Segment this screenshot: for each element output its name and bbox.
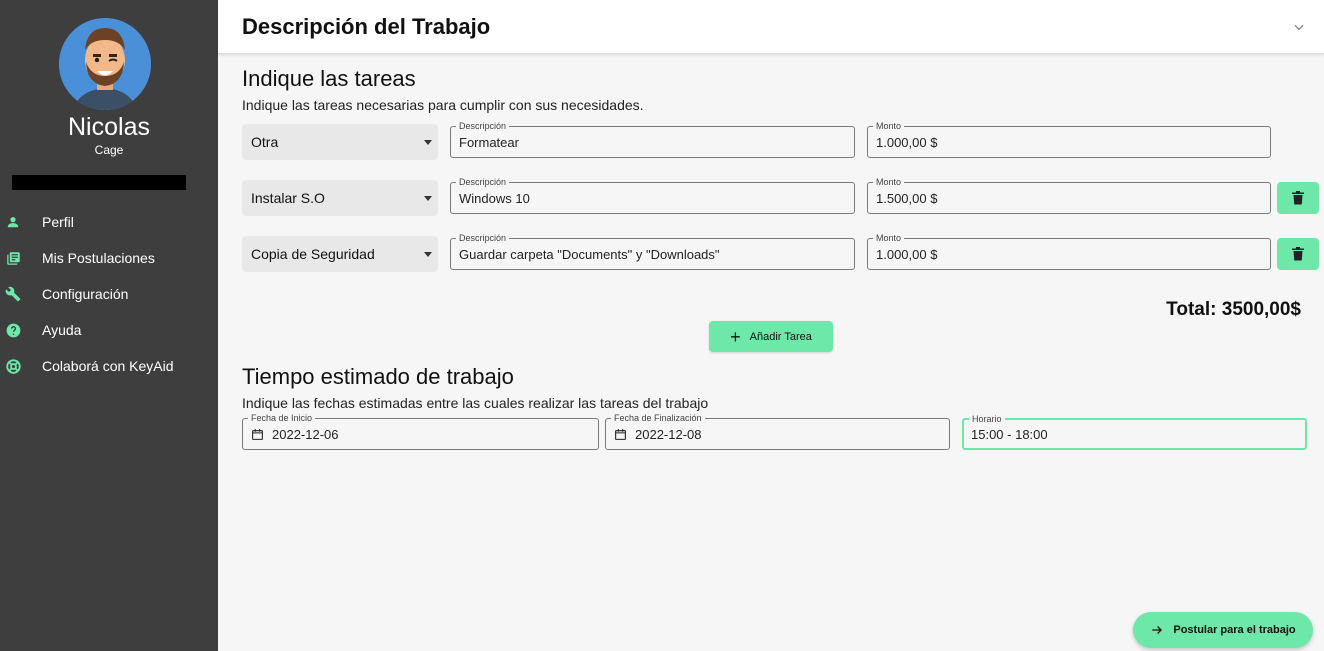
start-date-value: 2022-12-06 — [272, 427, 339, 442]
task-amount-field[interactable]: Monto 1.000,00 $ — [867, 233, 1271, 270]
calendar-icon[interactable] — [251, 428, 264, 441]
task-description-field[interactable]: Descripción Formatear — [450, 121, 855, 158]
sidebar-nav: Perfil Mis Postulaciones Configuración A… — [0, 204, 218, 384]
task-type-select[interactable]: Otra — [242, 124, 438, 160]
end-date-value: 2022-12-08 — [635, 427, 702, 442]
user-first-name: Nicolas — [68, 113, 150, 141]
task-amount-value: 1.000,00 $ — [876, 247, 938, 262]
sidebar-item-label: Ayuda — [42, 322, 82, 338]
field-label: Fecha de Finalización — [611, 413, 705, 423]
person-icon — [5, 214, 21, 230]
end-date-field[interactable]: Fecha de Finalización 2022-12-08 — [605, 413, 950, 450]
apply-job-label: Postular para el trabajo — [1173, 624, 1296, 636]
task-type-select[interactable]: Instalar S.O — [242, 180, 438, 216]
sidebar-item-colabora[interactable]: Colaborá con KeyAid — [0, 348, 218, 384]
task-description-field[interactable]: Descripción Windows 10 — [450, 177, 855, 214]
schedule-value: 15:00 - 18:00 — [971, 427, 1048, 442]
calendar-icon[interactable] — [614, 428, 627, 441]
plus-icon: + — [730, 326, 741, 347]
sidebar-item-label: Colaborá con KeyAid — [42, 358, 174, 374]
add-task-button[interactable]: + Añadir Tarea — [709, 321, 833, 352]
task-type-select[interactable]: Copia de Seguridad — [242, 236, 438, 272]
trash-icon — [1292, 191, 1304, 205]
task-amount-value: 1.000,00 $ — [876, 135, 938, 150]
task-type-value: Copia de Seguridad — [251, 246, 375, 262]
library-books-icon — [5, 250, 21, 266]
add-task-label: Añadir Tarea — [749, 330, 812, 343]
tasks-section-title: Indique las tareas — [242, 66, 416, 91]
chevron-down-icon[interactable] — [1292, 20, 1306, 34]
page-title: Descripción del Trabajo — [242, 14, 491, 39]
dropdown-arrow-icon — [424, 196, 432, 201]
apply-job-button[interactable]: Postular para el trabajo — [1133, 612, 1313, 648]
help-icon — [5, 322, 21, 338]
delete-task-button[interactable] — [1277, 238, 1319, 270]
field-label: Descripción — [456, 177, 510, 187]
field-label: Horario — [969, 414, 1005, 424]
avatar-illustration — [59, 18, 151, 110]
start-date-field[interactable]: Fecha de Inicio 2022-12-06 — [242, 413, 599, 450]
wrench-icon — [5, 286, 21, 302]
arrow-right-icon — [1152, 626, 1163, 634]
tasks-section-subtitle: Indique las tareas necesarias para cumpl… — [242, 97, 644, 113]
time-section-title: Tiempo estimado de trabajo — [242, 364, 514, 389]
field-label: Descripción — [456, 121, 510, 131]
sidebar-item-label: Mis Postulaciones — [42, 250, 155, 266]
lifebuoy-icon — [5, 358, 21, 374]
sidebar-item-label: Perfil — [42, 214, 74, 230]
sidebar-item-label: Configuración — [42, 286, 129, 302]
page-header[interactable]: Descripción del Trabajo — [218, 0, 1324, 54]
trash-icon — [1292, 247, 1304, 261]
delete-task-button[interactable] — [1277, 182, 1319, 214]
total-amount: Total: 3500,00$ — [1166, 299, 1301, 320]
sidebar: Nicolas Cage Perfil Mis Postulaciones Co… — [0, 0, 218, 651]
redacted-bar — [12, 175, 186, 190]
field-label: Monto — [873, 177, 905, 187]
task-amount-field[interactable]: Monto 1.000,00 $ — [867, 121, 1271, 158]
dropdown-arrow-icon — [424, 140, 432, 145]
task-amount-value: 1.500,00 $ — [876, 191, 938, 206]
user-last-name: Cage — [94, 143, 124, 157]
time-section-subtitle: Indique las fechas estimadas entre las c… — [242, 395, 709, 411]
task-amount-field[interactable]: Monto 1.500,00 $ — [867, 177, 1271, 214]
task-type-value: Instalar S.O — [251, 190, 325, 206]
avatar — [59, 18, 151, 110]
field-label: Fecha de Inicio — [248, 413, 316, 423]
task-description-value: Windows 10 — [459, 191, 530, 206]
task-description-value: Guardar carpeta "Documents" y "Downloads… — [459, 247, 720, 262]
sidebar-item-configuracion[interactable]: Configuración — [0, 276, 218, 312]
schedule-field[interactable]: Horario 15:00 - 18:00 — [962, 414, 1307, 450]
field-label: Monto — [873, 233, 905, 243]
dropdown-arrow-icon — [424, 252, 432, 257]
sidebar-item-ayuda[interactable]: Ayuda — [0, 312, 218, 348]
task-description-value: Formatear — [459, 135, 519, 150]
field-label: Descripción — [456, 233, 510, 243]
sidebar-item-mis-postulaciones[interactable]: Mis Postulaciones — [0, 240, 218, 276]
sidebar-item-perfil[interactable]: Perfil — [0, 204, 218, 240]
task-type-value: Otra — [251, 134, 279, 150]
field-label: Monto — [873, 121, 905, 131]
task-description-field[interactable]: Descripción Guardar carpeta "Documents" … — [450, 233, 855, 270]
